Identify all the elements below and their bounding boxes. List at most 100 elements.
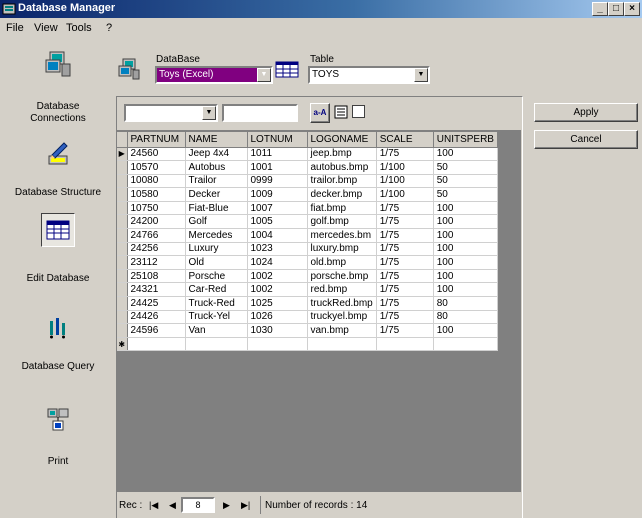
table-cell[interactable]: van.bmp bbox=[307, 323, 377, 338]
chevron-down-icon[interactable]: ▼ bbox=[414, 68, 428, 82]
table-cell[interactable]: porsche.bmp bbox=[307, 269, 377, 284]
table-cell[interactable]: 1/75 bbox=[376, 296, 434, 311]
table-cell[interactable]: Van bbox=[185, 323, 248, 338]
table-row[interactable]: 10570 Autobus 1001 autobus.bmp 1/100 50 bbox=[117, 160, 498, 175]
table-cell[interactable]: 24256 bbox=[127, 242, 186, 257]
list-icon[interactable] bbox=[334, 105, 348, 119]
table-cell[interactable]: 50 bbox=[433, 187, 498, 202]
table-cell[interactable]: 100 bbox=[433, 147, 498, 162]
filter-checkbox[interactable] bbox=[352, 105, 365, 118]
table-cell[interactable]: 1/75 bbox=[376, 147, 434, 162]
table-cell[interactable]: luxury.bmp bbox=[307, 242, 377, 257]
sort-button[interactable]: a-A bbox=[310, 103, 330, 123]
table-cell[interactable] bbox=[247, 337, 308, 352]
table-cell[interactable]: Trailor bbox=[185, 174, 248, 189]
table-cell[interactable]: 100 bbox=[433, 255, 498, 270]
table-cell[interactable]: Fiat-Blue bbox=[185, 201, 248, 216]
table-cell[interactable]: 50 bbox=[433, 160, 498, 175]
nav-database-structure[interactable] bbox=[8, 138, 108, 172]
table-cell[interactable]: 1/100 bbox=[376, 174, 434, 189]
table-cell[interactable] bbox=[376, 337, 434, 352]
table-row[interactable]: 23112 Old 1024 old.bmp 1/75 100 bbox=[117, 255, 498, 270]
row-header[interactable] bbox=[117, 296, 128, 311]
table-cell[interactable]: Luxury bbox=[185, 242, 248, 257]
next-record-icon[interactable]: ▶ bbox=[223, 500, 230, 511]
row-header[interactable] bbox=[117, 160, 128, 175]
row-header[interactable] bbox=[117, 201, 128, 216]
row-header[interactable] bbox=[117, 255, 128, 270]
table-cell[interactable]: 1/75 bbox=[376, 282, 434, 298]
table-row[interactable]: 10080 Trailor 0999 trailor.bmp 1/100 50 bbox=[117, 174, 498, 189]
table-cell[interactable]: 1025 bbox=[247, 296, 308, 311]
table-cell[interactable]: 10580 bbox=[127, 187, 186, 202]
table-row[interactable]: 24425 Truck-Red 1025 truckRed.bmp 1/75 80 bbox=[117, 296, 498, 311]
table-cell[interactable]: 100 bbox=[433, 282, 498, 298]
table-cell[interactable]: mercedes.bm bbox=[307, 228, 377, 243]
table-cell[interactable]: 1004 bbox=[247, 228, 308, 243]
table-cell[interactable]: golf.bmp bbox=[307, 214, 377, 230]
chevron-down-icon[interactable]: ▼ bbox=[257, 68, 271, 82]
row-header[interactable] bbox=[117, 282, 128, 298]
column-header[interactable]: SCALE bbox=[376, 132, 434, 148]
column-header[interactable]: LOTNUM bbox=[247, 132, 308, 148]
table-cell[interactable]: Golf bbox=[185, 214, 248, 230]
table-cell[interactable]: Car-Red bbox=[185, 282, 248, 298]
table-cell[interactable]: 100 bbox=[433, 201, 498, 216]
table-row[interactable]: 24426 Truck-Yel 1026 truckyel.bmp 1/75 80 bbox=[117, 310, 498, 325]
table-cell[interactable]: truckyel.bmp bbox=[307, 310, 377, 325]
row-header[interactable] bbox=[117, 228, 128, 243]
row-header[interactable] bbox=[117, 214, 128, 230]
table-cell[interactable]: 24425 bbox=[127, 296, 186, 311]
nav-print[interactable] bbox=[8, 403, 108, 437]
table-cell[interactable]: old.bmp bbox=[307, 255, 377, 270]
table-cell[interactable]: 1030 bbox=[247, 323, 308, 338]
table-cell[interactable]: 1026 bbox=[247, 310, 308, 325]
table-cell[interactable]: 1/75 bbox=[376, 255, 434, 270]
row-header[interactable] bbox=[117, 174, 128, 189]
table-cell[interactable]: 100 bbox=[433, 242, 498, 257]
current-record-input[interactable]: 8 bbox=[181, 497, 215, 513]
table-cell[interactable]: 50 bbox=[433, 174, 498, 189]
table-select[interactable]: TOYS ▼ bbox=[308, 66, 430, 84]
prev-record-icon[interactable]: ◀ bbox=[169, 500, 176, 511]
table-cell[interactable]: 0999 bbox=[247, 174, 308, 189]
menu-view[interactable]: View bbox=[34, 22, 58, 34]
table-cell[interactable]: 1/75 bbox=[376, 228, 434, 243]
table-cell[interactable]: red.bmp bbox=[307, 282, 377, 298]
nav-database-query[interactable] bbox=[8, 313, 108, 347]
table-row[interactable]: 24766 Mercedes 1004 mercedes.bm 1/75 100 bbox=[117, 228, 498, 243]
table-cell[interactable]: 1/75 bbox=[376, 323, 434, 338]
column-header[interactable]: UNITSPERB bbox=[433, 132, 498, 148]
table-cell[interactable]: 23112 bbox=[127, 255, 186, 270]
table-row[interactable]: 24256 Luxury 1023 luxury.bmp 1/75 100 bbox=[117, 242, 498, 257]
table-cell[interactable]: 80 bbox=[433, 310, 498, 325]
new-record-icon[interactable]: ✱ bbox=[117, 337, 128, 352]
table-cell[interactable]: 1002 bbox=[247, 269, 308, 284]
apply-button[interactable]: Apply bbox=[534, 103, 638, 122]
table-cell[interactable]: 100 bbox=[433, 323, 498, 338]
table-cell[interactable]: 80 bbox=[433, 296, 498, 311]
table-cell[interactable]: 24560 bbox=[127, 147, 186, 162]
cancel-button[interactable]: Cancel bbox=[534, 130, 638, 149]
column-header[interactable]: PARTNUM bbox=[127, 132, 186, 148]
menu-file[interactable]: File bbox=[6, 22, 24, 34]
table-row[interactable]: ▶ 24560 Jeep 4x4 1011 jeep.bmp 1/75 100 bbox=[117, 147, 498, 162]
table-cell[interactable]: 1011 bbox=[247, 147, 308, 162]
nav-edit-database[interactable] bbox=[8, 213, 108, 247]
table-cell[interactable]: 25108 bbox=[127, 269, 186, 284]
minimize-button[interactable]: _ bbox=[592, 2, 608, 16]
table-cell[interactable]: Truck-Yel bbox=[185, 310, 248, 325]
table-cell[interactable]: trailor.bmp bbox=[307, 174, 377, 189]
table-cell[interactable]: 24766 bbox=[127, 228, 186, 243]
table-cell[interactable]: Truck-Red bbox=[185, 296, 248, 311]
table-cell[interactable]: 10570 bbox=[127, 160, 186, 175]
row-header[interactable] bbox=[117, 269, 128, 284]
current-row-indicator-icon[interactable]: ▶ bbox=[117, 147, 128, 162]
table-cell[interactable]: 1/75 bbox=[376, 310, 434, 325]
table-row[interactable]: 10750 Fiat-Blue 1007 fiat.bmp 1/75 100 bbox=[117, 201, 498, 216]
table-cell[interactable]: 1/100 bbox=[376, 187, 434, 202]
table-row[interactable]: 10580 Decker 1009 decker.bmp 1/100 50 bbox=[117, 187, 498, 202]
table-cell[interactable]: Porsche bbox=[185, 269, 248, 284]
filter-value-input[interactable] bbox=[222, 104, 298, 122]
table-row[interactable]: 24200 Golf 1005 golf.bmp 1/75 100 bbox=[117, 214, 498, 230]
